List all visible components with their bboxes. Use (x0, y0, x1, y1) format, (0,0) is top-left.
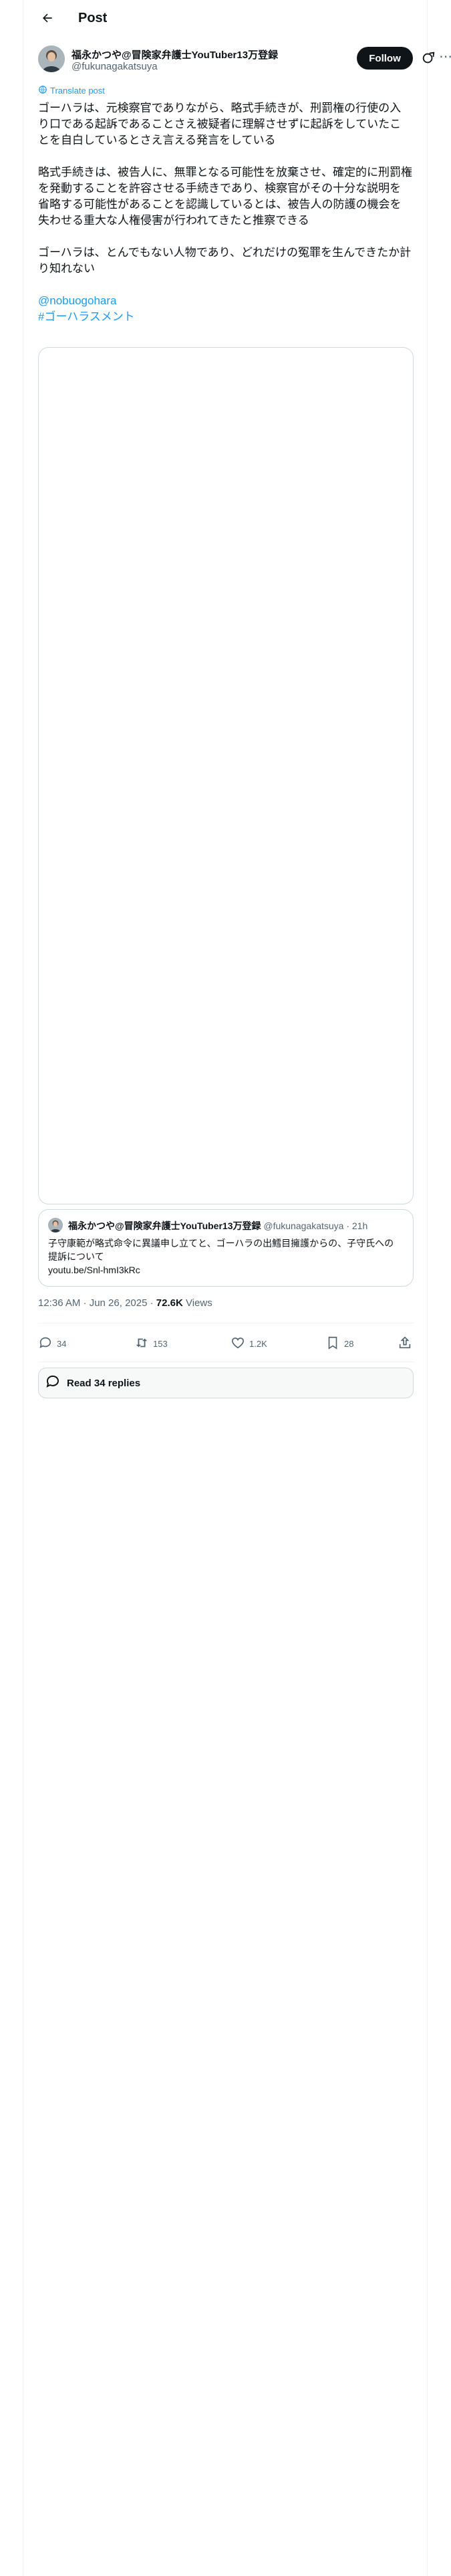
post-paragraph: ゴーハラは、とんでもない人物であり、どれだけの冤罪を生んできたか計り知れない (38, 246, 412, 275)
post-metadata: 12:36 AM · Jun 26, 2025 · 72.6K Views (38, 1297, 212, 1309)
views-label: Views (182, 1297, 212, 1309)
media-card[interactable] (38, 347, 414, 1204)
share-icon (398, 1335, 412, 1352)
post-column: Post 福永かつや@冒険家弁護士YouTuber13万登録 @fukunaga… (23, 0, 451, 2576)
like-button[interactable]: 1.2K (231, 1333, 267, 1354)
author-row: 福永かつや@冒険家弁護士YouTuber13万登録 @fukunagakatsu… (38, 45, 451, 76)
reply-button[interactable]: 34 (38, 1333, 66, 1354)
reply-count: 34 (57, 1338, 67, 1349)
top-bar: Post (23, 0, 428, 39)
post-paragraph: 略式手続きは、被告人に、無罪となる可能性を放棄させ、確定的に刑罰権を発動すること… (38, 166, 412, 227)
quoted-post[interactable]: 福永かつや@冒険家弁護士YouTuber13万登録 @fukunagakatsu… (38, 1209, 414, 1287)
page-title: Post (78, 11, 108, 25)
share-button[interactable] (398, 1333, 412, 1354)
mention-link[interactable]: @nobuogohara (38, 293, 412, 309)
quote-author-handle: @fukunagakatsuya (263, 1220, 344, 1231)
post-text: ゴーハラは、元検察官でありながら、略式手続きが、刑罰権の行使の入り口である起訴で… (38, 100, 412, 325)
action-bar: 34 153 1.2K 28 (38, 1333, 414, 1354)
post-timestamp[interactable]: 12:36 AM · Jun 26, 2025 · (38, 1297, 156, 1309)
quote-author-name: 福永かつや@冒険家弁護士YouTuber13万登録 (68, 1220, 261, 1231)
back-arrow-icon (41, 11, 54, 28)
repost-button[interactable]: 153 (134, 1333, 168, 1354)
chat-bubble-icon (45, 1374, 61, 1392)
hashtag-link[interactable]: #ゴーハラスメント (38, 309, 412, 325)
back-button[interactable] (37, 9, 58, 30)
quote-avatar (48, 1218, 63, 1232)
views-count: 72.6K (156, 1297, 183, 1309)
translate-label: Translate post (50, 86, 105, 96)
repost-icon (134, 1335, 149, 1352)
bookmark-icon (325, 1335, 340, 1352)
grok-icon[interactable] (421, 51, 436, 66)
quote-body: 子守康範が略式命令に異議申し立てと、ゴーハラの出鱈目擁護からの、子守氏への提訴に… (48, 1238, 394, 1262)
read-replies-button[interactable]: Read 34 replies (38, 1368, 414, 1398)
heart-icon (231, 1335, 245, 1352)
quote-time: · 21h (346, 1220, 368, 1231)
reply-icon (38, 1335, 53, 1352)
translate-post-link[interactable]: Translate post (38, 85, 105, 96)
like-count: 1.2K (249, 1338, 267, 1349)
quote-link[interactable]: youtu.be/Snl-hmI3kRc (48, 1263, 402, 1277)
bookmark-count: 28 (344, 1338, 354, 1349)
post-paragraph: ゴーハラは、元検察官でありながら、略式手続きが、刑罰権の行使の入り口である起訴で… (38, 102, 402, 146)
quote-text: 子守康範が略式命令に異議申し立てと、ゴーハラの出鱈目擁護からの、子守氏への提訴に… (48, 1237, 402, 1277)
repost-count: 153 (153, 1338, 168, 1349)
read-replies-label: Read 34 replies (67, 1377, 141, 1389)
avatar[interactable] (38, 45, 65, 72)
more-options-icon[interactable]: ⋯ (438, 49, 451, 66)
follow-button[interactable]: Follow (357, 47, 413, 70)
quote-header: 福永かつや@冒険家弁護士YouTuber13万登録 @fukunagakatsu… (68, 1219, 367, 1232)
translate-icon (38, 85, 47, 96)
author-name[interactable]: 福永かつや@冒険家弁護士YouTuber13万登録 (71, 47, 278, 62)
bookmark-button[interactable]: 28 (325, 1333, 353, 1354)
author-handle[interactable]: @fukunagakatsuya (71, 61, 158, 72)
